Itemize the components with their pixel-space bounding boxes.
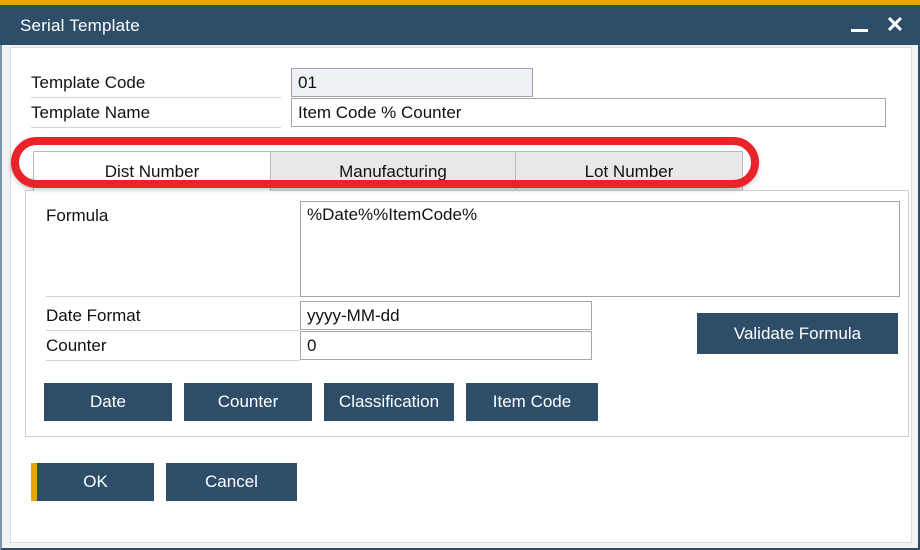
tab-dist-number[interactable]: Dist Number [33, 151, 271, 191]
insert-counter-button[interactable]: Counter [184, 383, 312, 421]
counter-input[interactable]: 0 [300, 331, 592, 360]
insert-classification-button[interactable]: Classification [324, 383, 454, 421]
insert-classification-label: Classification [339, 392, 439, 412]
ok-button[interactable]: OK [31, 463, 154, 501]
token-button-row: Date Counter Classification Item Code [44, 383, 610, 421]
minimize-button[interactable] [842, 5, 876, 45]
tab-dist-number-label: Dist Number [105, 162, 199, 182]
insert-date-button[interactable]: Date [44, 383, 172, 421]
insert-item-code-label: Item Code [493, 392, 571, 412]
dialog-surface: Template Code 01 Template Name Item Code… [10, 47, 912, 543]
cancel-button[interactable]: Cancel [166, 463, 297, 501]
tab-lot-number-label: Lot Number [585, 162, 674, 182]
title-bar: Serial Template ✕ [0, 5, 920, 45]
template-name-row: Template Name Item Code % Counter [31, 98, 886, 128]
dialog-footer: OK Cancel [31, 463, 297, 501]
formula-textarea[interactable]: %Date%%ItemCode% [300, 201, 900, 297]
insert-date-label: Date [90, 392, 126, 412]
template-name-input[interactable]: Item Code % Counter [291, 98, 886, 127]
window-body: Template Code 01 Template Name Item Code… [0, 45, 920, 550]
tab-content-panel: Formula %Date%%ItemCode% Date Format yyy… [25, 190, 909, 437]
validate-formula-button[interactable]: Validate Formula [697, 313, 898, 354]
date-format-input[interactable]: yyyy-MM-dd [300, 301, 592, 330]
close-icon: ✕ [886, 14, 904, 36]
tab-lot-number[interactable]: Lot Number [515, 151, 743, 191]
template-code-input[interactable]: 01 [291, 68, 533, 97]
tab-manufacturing[interactable]: Manufacturing [270, 151, 516, 191]
template-code-row: Template Code 01 [31, 68, 886, 98]
window-title: Serial Template [20, 16, 140, 36]
serial-template-dialog: Serial Template ✕ Template Code 01 Templ… [0, 0, 920, 550]
date-format-label: Date Format [46, 301, 300, 331]
minimize-icon [851, 29, 868, 32]
ok-button-label: OK [83, 472, 108, 492]
validate-formula-label: Validate Formula [734, 324, 861, 344]
close-button[interactable]: ✕ [878, 5, 912, 45]
insert-counter-label: Counter [218, 392, 278, 412]
formula-label: Formula [46, 201, 300, 297]
template-name-label: Template Name [31, 98, 281, 128]
template-code-label: Template Code [31, 68, 281, 98]
counter-label: Counter [46, 331, 300, 361]
tab-strip: Dist Number Manufacturing Lot Number [33, 151, 743, 191]
tab-manufacturing-label: Manufacturing [339, 162, 447, 182]
insert-item-code-button[interactable]: Item Code [466, 383, 598, 421]
cancel-button-label: Cancel [205, 472, 258, 492]
